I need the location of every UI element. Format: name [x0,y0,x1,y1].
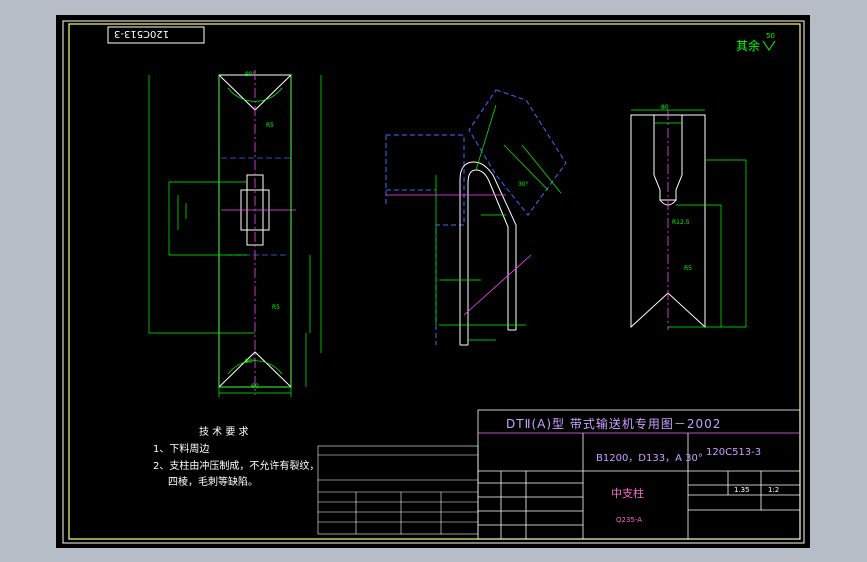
left-view-dims [148,75,322,397]
title-scale: 1:2 [768,486,780,494]
title-weight: 1.35 [734,486,750,494]
angle-mid-label: 30° [518,181,529,188]
dim-80-label: 80 [661,104,669,111]
width-bottom-label: 60 [251,383,259,390]
title-main: DTⅡ(A)型 带式输送机专用图－2002 [506,417,722,431]
title-part-name: 中支柱 [611,487,644,500]
r5-right-label: R5 [684,265,692,272]
material-table [317,445,479,535]
r15-label: R12.5 [672,219,690,226]
title-drawing-no: 120C513-3 [706,447,762,458]
cad-viewport[interactable]: 120C513-3 其余 50 90° 90° 60 R5 R5 30° R12… [56,15,810,548]
roughness-symbol-icon [762,40,776,51]
tech-req-line1: 1、下料周边 [153,444,210,455]
left-view-centerlines [221,70,296,395]
tech-req-title: 技 术 要 求 [199,427,249,438]
r5-bottom-label: R5 [272,304,280,311]
title-material: Q235-A [616,516,643,524]
roughness-note: 其余 [736,39,761,53]
angle-bottom-label: 90° [245,358,256,365]
angle-top-label: 90° [245,71,256,78]
tech-req-line3: 四棱，毛刺等缺陷。 [168,477,258,488]
drawing-number-box-text: 120C513-3 [114,28,170,39]
middle-view-dims [435,104,562,341]
tech-req-line2: 2、支柱由冲压制成，不允许有裂纹， [153,461,320,472]
title-spec: B1200，D133，A 30° [596,453,703,464]
middle-view-dashed [385,89,567,345]
r5-top-label: R5 [266,122,274,129]
